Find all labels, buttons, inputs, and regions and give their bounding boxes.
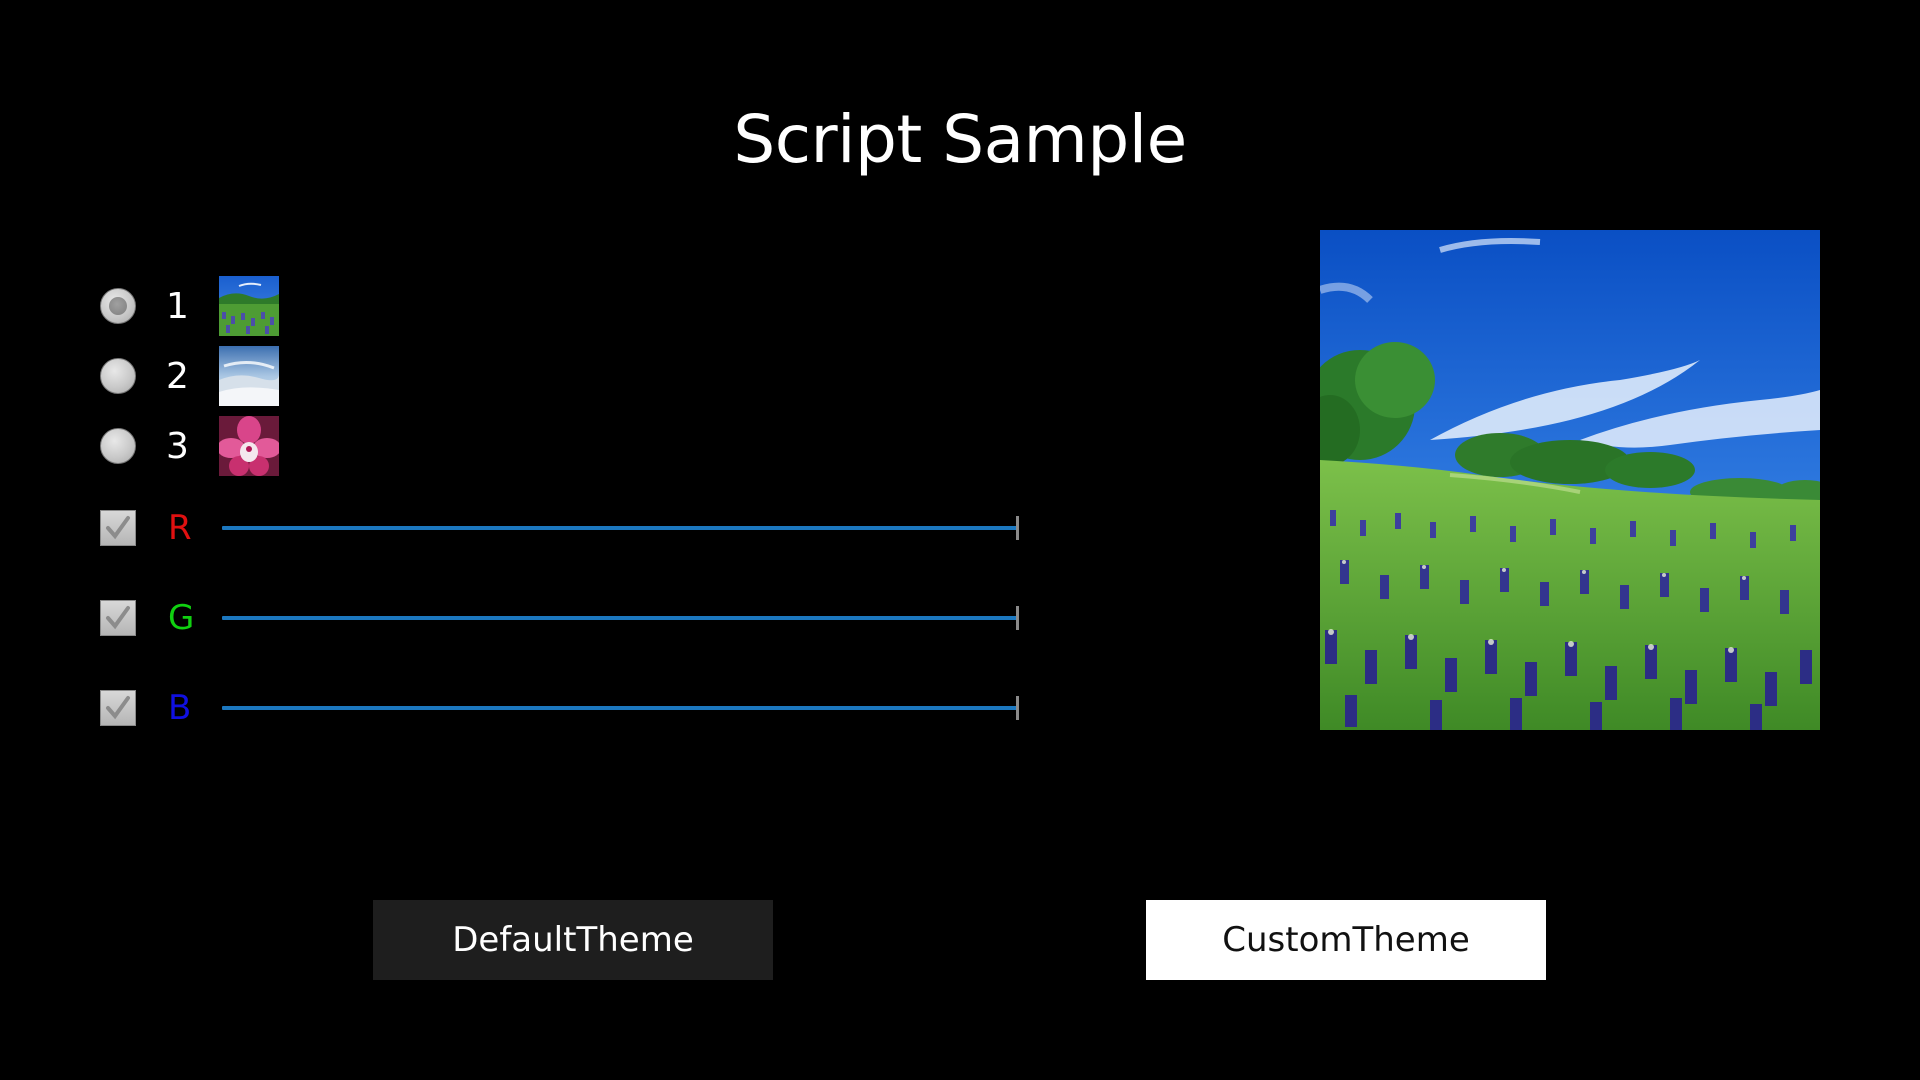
sky-thumbnail[interactable] [219, 346, 279, 406]
default-theme-button[interactable]: DefaultTheme [373, 900, 773, 980]
slider-handle-r[interactable] [1016, 516, 1019, 540]
channel-row-r: R [100, 504, 1040, 554]
radio-button-3[interactable] [100, 428, 136, 464]
image-option-1[interactable]: 1 [100, 276, 300, 338]
image-option-2[interactable]: 2 [100, 346, 300, 408]
checkmark-icon [106, 606, 130, 630]
channel-label-b: B [168, 688, 192, 728]
checkmark-icon [106, 696, 130, 720]
channel-checkbox-g[interactable] [100, 600, 136, 636]
channel-slider-g[interactable] [222, 616, 1018, 620]
channel-slider-b[interactable] [222, 706, 1018, 710]
channel-row-g: G [100, 594, 1040, 644]
channel-label-g: G [168, 598, 195, 638]
channel-row-b: B [100, 684, 1040, 734]
image-option-3[interactable]: 3 [100, 416, 300, 478]
page-title: Script Sample [733, 101, 1187, 178]
checkmark-icon [106, 516, 130, 540]
slider-handle-b[interactable] [1016, 696, 1019, 720]
image-option-label-3: 3 [166, 426, 189, 467]
script-sample-page: Script Sample 1 2 3 R G B DefaultTheme C… [0, 0, 1920, 1080]
slider-handle-g[interactable] [1016, 606, 1019, 630]
radio-button-1[interactable] [100, 288, 136, 324]
radio-button-2[interactable] [100, 358, 136, 394]
orchid-thumbnail[interactable] [219, 416, 279, 476]
image-option-label-2: 2 [166, 356, 189, 397]
image-option-label-1: 1 [166, 286, 189, 327]
channel-checkbox-b[interactable] [100, 690, 136, 726]
custom-theme-button[interactable]: CustomTheme [1146, 900, 1546, 980]
channel-slider-r[interactable] [222, 526, 1018, 530]
channel-checkbox-r[interactable] [100, 510, 136, 546]
channel-label-r: R [168, 508, 192, 548]
preview-image [1320, 230, 1820, 730]
meadow-thumbnail[interactable] [219, 276, 279, 336]
